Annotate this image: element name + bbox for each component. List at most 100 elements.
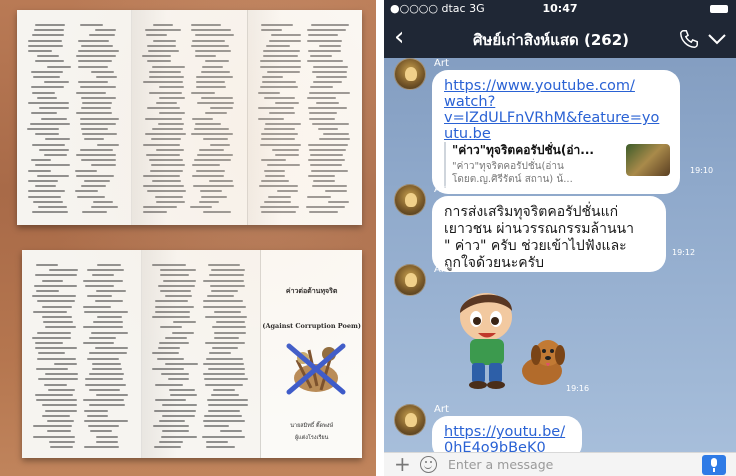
poem-text-line [308,112,338,115]
emoji-icon[interactable] [420,456,437,473]
poem-text-line [208,404,248,407]
cartoon-boy-with-dog-sticker[interactable] [438,283,578,393]
poem-text-line [308,34,339,37]
poem-text-line [48,388,76,391]
poem-text-line [266,164,301,167]
poem-text-line [35,60,65,63]
poem-text-line [260,60,302,63]
poem-text-line [213,310,241,313]
avatar[interactable] [394,58,426,90]
poem-text-line [156,357,185,360]
poem-text-line [95,300,123,303]
poem-text-line [149,76,185,78]
phone-icon[interactable] [678,28,700,50]
poem-text-line [196,86,227,89]
poem-text-line [203,378,248,381]
poem-text-line [80,96,116,99]
poem-text-line [153,409,197,412]
chevron-left-icon[interactable]: ‹ [394,22,404,52]
poem-text-line [44,373,79,376]
poem-text-line [78,81,109,84]
poem-text-line [49,440,76,443]
poem-text-line [308,50,341,52]
poem-text-line [83,279,123,282]
poem-text-line [27,180,59,182]
poem-text-line [210,143,230,146]
microphone-icon[interactable] [702,455,726,475]
poem-text-line [310,55,333,58]
poem-text-line [311,185,347,188]
poem-text-line [75,190,99,193]
poem-text-line [204,383,244,386]
poem-text-line [80,185,106,188]
poem-text-line [312,65,348,68]
link-preview-card[interactable]: "ค่าว"ทุจริตคอรัปชั่น(อ่า... "ค่าว"ทุจริ… [444,142,670,188]
poem-text-line [146,190,187,193]
avatar[interactable] [394,264,426,296]
message-link[interactable]: v=IZdULFnVRhM&feature=yo [444,110,668,126]
brochure-panel [247,10,362,225]
poem-text-line [165,362,198,365]
poem-text-line [47,430,72,433]
poem-text-line [310,86,334,89]
poem-text-line [192,174,225,177]
poem-text-line [155,383,184,386]
poem-text-line [155,399,187,402]
poem-text-line [203,305,246,308]
poem-text-line [75,55,117,58]
avatar[interactable] [394,184,426,216]
link-message-bubble[interactable]: https://www.youtube.com/ watch? v=IZdULF… [432,70,680,194]
poem-text-line [216,321,245,324]
poem-text-line [156,200,185,203]
poem-text-line [78,39,109,42]
poem-text-line [76,154,116,156]
poem-text-line [197,102,235,104]
poem-text-line [319,44,341,47]
poem-text-line [196,154,233,156]
poem-text-line [82,102,112,104]
poem-text-line [42,305,72,308]
message-input[interactable]: Enter a message [448,457,553,472]
message-text-line: ถูกใจด้วยนะครับ [444,255,545,271]
poem-text-line [165,336,187,339]
poem-text-line [89,34,116,37]
poem-text-line [32,200,63,203]
poem-text-line [307,29,346,32]
poem-text-line [30,159,51,162]
message-link[interactable]: https://youtu.be/ [444,424,570,440]
message-link[interactable]: https://www.youtube.com/ [444,78,668,94]
poem-text-line [163,279,196,282]
plus-icon[interactable]: + [394,453,411,475]
sender-name: Art [434,264,449,275]
poem-text-line [32,295,77,298]
poem-text-line [263,200,291,203]
poem-text-line [146,34,167,37]
poem-text-line [153,446,181,448]
poem-text-line [308,107,347,110]
poem-text-line [313,81,343,84]
poem-text-line [263,50,301,52]
poem-text-line [86,357,120,360]
message-link[interactable]: watch? [444,94,668,110]
poem-text-line [272,148,300,151]
message-time: 19:12 [672,248,696,257]
poem-text-line [210,284,246,287]
poem-text-line [91,274,114,277]
poem-text-line [208,274,245,277]
poem-text-line [195,34,235,37]
poem-text-line [31,70,63,73]
chevron-down-icon[interactable] [706,30,728,48]
poem-text-line [316,76,347,78]
poem-text-line [194,128,229,130]
poem-text-line [37,331,72,334]
poem-text-line [203,414,242,417]
message-link[interactable]: utu.be [444,126,668,142]
avatar[interactable] [394,404,426,436]
poem-text-line [309,117,336,120]
poem-text-line [261,81,296,84]
poem-text-line [36,96,58,99]
text-message-bubble[interactable]: การส่งเสริมทุจริตคอรัปชั่นแก่ เยาวชน ผ่า… [432,196,666,272]
poem-text-line [262,55,298,58]
poem-text-line [85,378,124,381]
poem-text-line [34,24,66,26]
